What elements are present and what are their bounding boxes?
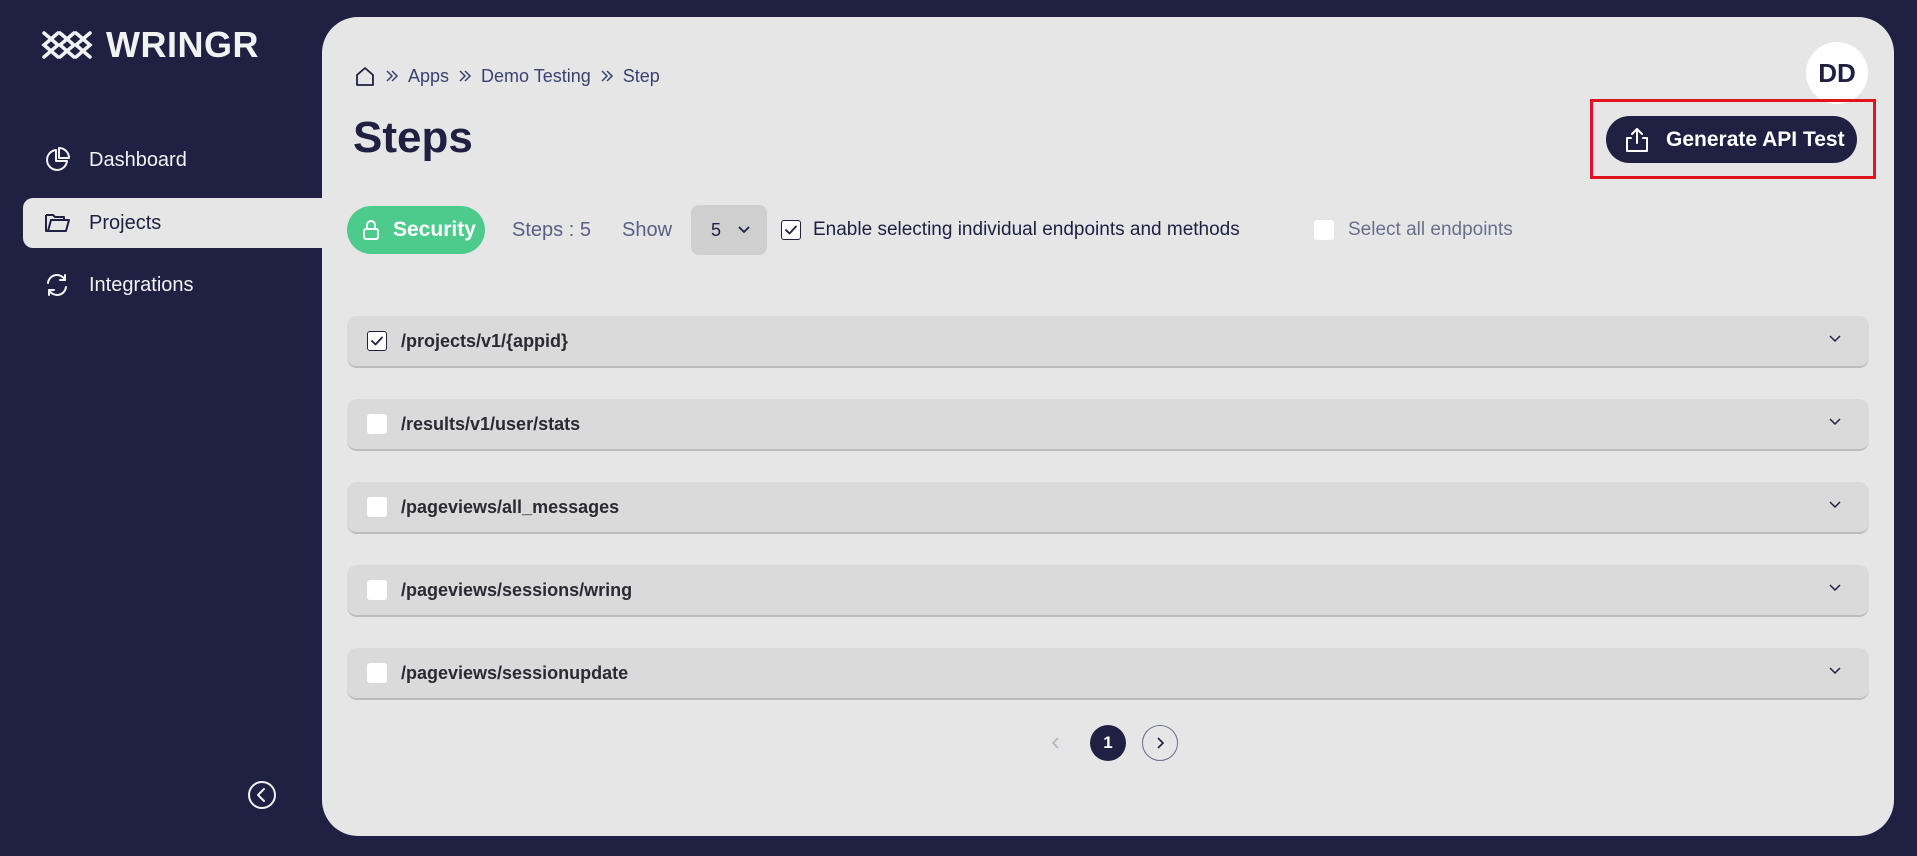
show-count-select[interactable]: 5 <box>691 205 767 255</box>
upload-icon <box>1626 127 1648 152</box>
page-title: Steps <box>353 113 473 162</box>
endpoint-row[interactable]: /pageviews/all_messages <box>347 482 1869 534</box>
pagination: 1 <box>322 723 1894 763</box>
check-icon <box>785 225 797 235</box>
logo[interactable]: WRINGR <box>40 22 259 68</box>
endpoint-row[interactable]: /pageviews/sessions/wring <box>347 565 1869 617</box>
pagination-prev[interactable] <box>1038 725 1074 761</box>
endpoint-row[interactable]: /projects/v1/{appid} <box>347 316 1869 368</box>
endpoint-checkbox[interactable] <box>367 580 387 600</box>
endpoint-checkbox[interactable] <box>367 414 387 434</box>
check-icon <box>371 336 383 346</box>
chevron-left-circle-icon <box>248 781 276 809</box>
endpoint-checkbox[interactable] <box>367 497 387 517</box>
endpoint-path: /results/v1/user/stats <box>401 413 581 434</box>
sidebar-item-label: Integrations <box>89 273 194 296</box>
double-chevron-right-icon <box>601 70 613 82</box>
endpoint-path: /projects/v1/{appid} <box>401 330 569 351</box>
main-panel: Apps Demo Testing Step DD Steps Generate… <box>322 17 1894 836</box>
home-icon[interactable] <box>354 65 376 87</box>
wringr-logo-icon <box>41 31 93 59</box>
collapse-sidebar-button[interactable] <box>247 780 277 810</box>
lock-icon <box>363 220 379 240</box>
endpoint-path: /pageviews/all_messages <box>401 496 620 517</box>
select-all-checkbox[interactable] <box>1314 220 1334 240</box>
avatar[interactable]: DD <box>1806 42 1868 104</box>
double-chevron-right-icon <box>386 70 399 82</box>
chevron-down-icon[interactable] <box>1827 582 1843 594</box>
sidebar-item-label: Projects <box>89 211 162 234</box>
enable-individual-label: Enable selecting individual endpoints an… <box>813 219 1240 240</box>
enable-individual-selection[interactable]: Enable selecting individual endpoints an… <box>781 219 1240 241</box>
steps-count: Steps : 5 <box>512 219 591 241</box>
pagination-next[interactable] <box>1142 725 1178 761</box>
refresh-icon <box>47 274 67 296</box>
double-chevron-right-icon <box>459 70 472 82</box>
sidebar-item-dashboard[interactable]: Dashboard <box>23 135 322 185</box>
security-label: Security <box>393 218 476 241</box>
show-label: Show <box>622 219 673 241</box>
pagination-page-current[interactable]: 1 <box>1090 725 1126 761</box>
select-all-endpoints[interactable]: Select all endpoints <box>1314 219 1513 241</box>
chevron-left-icon <box>1051 737 1059 749</box>
breadcrumb: Apps Demo Testing Step <box>354 61 660 91</box>
chevron-down-icon[interactable] <box>1827 665 1843 677</box>
generate-api-test-button[interactable]: Generate API Test <box>1606 116 1857 163</box>
sidebar: WRINGR Dashboard Projects Integrations <box>0 0 322 856</box>
chevron-down-icon <box>738 226 750 234</box>
chevron-down-icon[interactable] <box>1827 499 1843 511</box>
sidebar-item-projects[interactable]: Projects <box>23 198 322 248</box>
endpoint-path: /pageviews/sessionupdate <box>401 662 629 683</box>
folder-icon <box>45 214 70 232</box>
enable-individual-checkbox[interactable] <box>781 220 801 240</box>
pie-chart-icon <box>46 147 70 171</box>
chevron-down-icon[interactable] <box>1827 416 1843 428</box>
endpoint-path: /pageviews/sessions/wring <box>401 579 633 600</box>
chevron-down-icon[interactable] <box>1827 333 1843 345</box>
app-name: WRINGR <box>106 24 259 65</box>
sidebar-item-label: Dashboard <box>89 148 187 171</box>
endpoint-checkbox[interactable] <box>367 663 387 683</box>
breadcrumb-step: Step <box>622 65 660 86</box>
show-count-value: 5 <box>711 219 722 240</box>
sidebar-item-integrations[interactable]: Integrations <box>23 260 322 310</box>
select-all-label: Select all endpoints <box>1348 219 1513 240</box>
generate-api-test-label: Generate API Test <box>1666 127 1845 151</box>
endpoint-row[interactable]: /pageviews/sessionupdate <box>347 648 1869 700</box>
breadcrumb-apps[interactable]: Apps <box>408 66 449 87</box>
breadcrumb-demo-testing[interactable]: Demo Testing <box>481 66 591 87</box>
endpoint-row[interactable]: /results/v1/user/stats <box>347 399 1869 451</box>
chevron-right-icon <box>1157 737 1165 749</box>
endpoint-checkbox[interactable] <box>367 331 387 351</box>
security-badge[interactable]: Security <box>347 206 485 254</box>
